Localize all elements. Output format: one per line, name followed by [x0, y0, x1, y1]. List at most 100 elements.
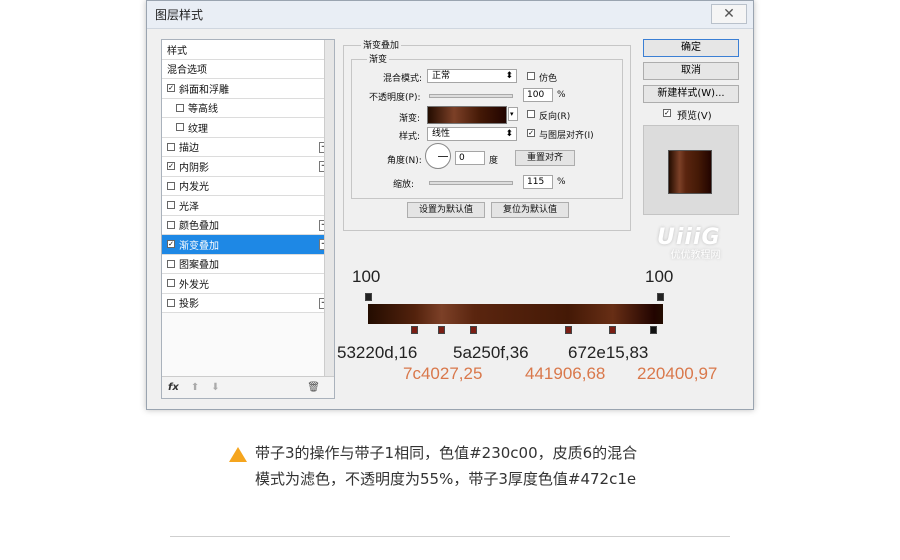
opacity-slider[interactable]	[429, 94, 513, 98]
angle-input[interactable]: 0	[455, 151, 485, 165]
style-checkbox[interactable]	[167, 181, 175, 190]
opacity-stop-right[interactable]	[657, 293, 664, 301]
instruction-note: 带子3的操作与带子1相同，色值#230c00，皮质6的混合 模式为滤色，不透明度…	[255, 440, 637, 492]
style-checkbox[interactable]: ✓	[167, 84, 175, 93]
style-list-label: 描边	[179, 143, 199, 155]
color-stop-5[interactable]	[608, 326, 616, 334]
cancel-button[interactable]: 取消	[643, 62, 739, 80]
new-style-button[interactable]: 新建样式(W)...	[643, 85, 739, 103]
reverse-checkbox[interactable]	[527, 110, 535, 118]
style-list-label: 颜色叠加	[179, 221, 219, 233]
style-checkbox[interactable]	[167, 142, 175, 151]
dither-label: 仿色	[539, 74, 558, 84]
style-list-item[interactable]: 等高线	[162, 98, 334, 118]
opacity-input[interactable]: 100	[523, 88, 553, 102]
angle-degree: 度	[489, 156, 499, 166]
style-label: 样式:	[399, 132, 421, 142]
scale-label: 缩放:	[393, 180, 415, 190]
top-left-opacity: 100	[352, 267, 381, 286]
style-list-item[interactable]: 图案叠加	[162, 254, 334, 274]
style-list-label: 外发光	[179, 279, 209, 291]
fx-icon[interactable]: fx	[168, 382, 179, 393]
style-list-item[interactable]: 光泽	[162, 196, 334, 216]
style-checkbox[interactable]	[167, 279, 175, 288]
reset-default-button[interactable]: 复位为默认值	[491, 202, 569, 218]
color-stop-6[interactable]	[650, 326, 658, 334]
scale-slider[interactable]	[429, 181, 513, 185]
preview-checkbox[interactable]: ✓	[663, 109, 671, 117]
top-right-opacity: 100	[645, 267, 674, 286]
gradient-swatch[interactable]	[427, 106, 507, 124]
layer-style-dialog: 图层样式 ✕ 样式混合选项 ✓ 斜面和浮雕等高线纹理描边+✓内阴影+内发光光泽颜色叠…	[146, 0, 754, 410]
angle-label: 角度(N):	[387, 156, 422, 166]
move-down-icon[interactable]: ⬇	[211, 382, 219, 393]
opacity-stop-left[interactable]	[365, 293, 372, 301]
reset-align-button[interactable]: 重置对齐	[515, 150, 575, 166]
style-list-item[interactable]: 混合选项	[162, 59, 334, 79]
style-list-label: 光泽	[179, 201, 199, 213]
color-stop-label-1: 53220d,16	[337, 343, 418, 362]
set-default-button[interactable]: 设置为默认值	[407, 202, 485, 218]
angle-dial[interactable]	[425, 143, 451, 169]
scale-input[interactable]: 115	[523, 175, 553, 189]
style-list-footer: fx ⬆ ⬇ 🗑	[162, 376, 334, 398]
dither-checkbox[interactable]	[527, 72, 535, 80]
color-stop-4[interactable]	[564, 326, 572, 334]
reverse-label: 反向(R)	[539, 112, 571, 122]
style-list-label: 混合选项	[167, 65, 207, 77]
note-line-1: 带子3的操作与带子1相同，色值#230c00，皮质6的混合	[255, 444, 638, 462]
color-stop-1[interactable]	[411, 326, 419, 334]
style-list-label: 样式	[167, 45, 187, 57]
style-list-item[interactable]: 内发光	[162, 176, 334, 196]
style-list-item[interactable]: 样式	[162, 40, 334, 60]
color-stop-label-3: 5a250f,36	[453, 343, 529, 362]
dialog-title: 图层样式	[155, 8, 204, 22]
color-stop-2[interactable]	[437, 326, 445, 334]
chevron-down-icon: ⬍	[505, 129, 513, 139]
scale-percent: %	[557, 177, 566, 187]
blend-mode-label: 混合模式:	[383, 74, 423, 84]
color-stop-3[interactable]	[470, 326, 478, 334]
preview-thumbnail-frame	[643, 125, 739, 215]
style-list-item[interactable]: 投影+	[162, 293, 334, 313]
gradient-subgroup-title: 渐变	[367, 52, 390, 65]
style-list-label: 斜面和浮雕	[179, 84, 229, 96]
angle-dial-needle	[438, 156, 448, 157]
style-list-item[interactable]: ✓ 斜面和浮雕	[162, 79, 334, 99]
style-list-item[interactable]: 纹理	[162, 118, 334, 138]
color-stop-label-2: 7c4027,25	[403, 364, 483, 383]
align-checkbox[interactable]: ✓	[527, 129, 535, 137]
style-list-item[interactable]: ✓渐变叠加+	[162, 235, 334, 255]
style-checkbox[interactable]	[167, 298, 175, 307]
ok-button[interactable]: 确定	[643, 39, 739, 57]
trash-icon[interactable]: 🗑	[307, 382, 320, 393]
style-checkbox[interactable]	[176, 103, 184, 112]
style-checkbox[interactable]	[167, 220, 175, 229]
style-list-scrollbar[interactable]	[324, 40, 334, 398]
style-list-item[interactable]: 描边+	[162, 137, 334, 157]
color-stop-label-6: 672e15,83	[568, 343, 649, 362]
style-list-item[interactable]: 颜色叠加+	[162, 215, 334, 235]
note-line-2: 模式为滤色，不透明度为55%，带子3厚度色值#472c1e	[255, 470, 637, 488]
preview-label: 预览(V)	[677, 111, 712, 122]
style-checkbox[interactable]: ✓	[167, 240, 175, 249]
color-stop-label-7: 220400,97	[637, 364, 718, 383]
style-list-item[interactable]: ✓内阴影+	[162, 157, 334, 177]
opacity-percent: %	[557, 90, 566, 100]
gradient-overlay-title: 渐变叠加	[361, 38, 402, 51]
style-checkbox[interactable]	[167, 259, 175, 268]
move-up-icon[interactable]: ⬆	[191, 382, 199, 393]
style-list-item[interactable]: 外发光	[162, 274, 334, 294]
opacity-label: 不透明度(P):	[369, 93, 421, 103]
style-checkbox[interactable]: ✓	[167, 162, 175, 171]
blend-mode-select[interactable]: 正常 ⬍	[427, 69, 517, 83]
style-list-label: 渐变叠加	[179, 240, 219, 252]
dialog-titlebar: 图层样式	[147, 1, 753, 29]
style-select[interactable]: 线性 ⬍	[427, 127, 517, 141]
gradient-dropdown[interactable]: ▾	[508, 107, 518, 121]
style-checkbox[interactable]	[176, 123, 184, 132]
close-button[interactable]: ✕	[711, 4, 747, 24]
style-list: 样式混合选项 ✓ 斜面和浮雕等高线纹理描边+✓内阴影+内发光光泽颜色叠加+ ✓ 渐变叠加…	[161, 39, 335, 399]
style-checkbox[interactable]	[167, 201, 175, 210]
style-list-label: 等高线	[188, 104, 218, 116]
